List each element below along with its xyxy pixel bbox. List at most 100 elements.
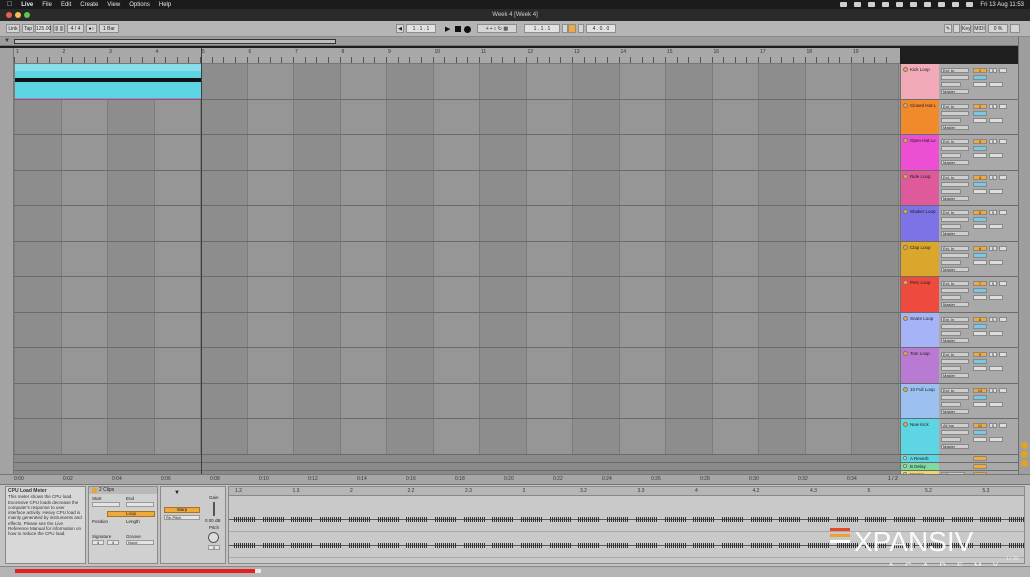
solo-button[interactable]: S xyxy=(989,210,997,215)
output-menu[interactable]: Master xyxy=(941,266,969,272)
signature-denominator[interactable]: 4 xyxy=(107,540,119,545)
input-channel-menu[interactable] xyxy=(941,146,969,151)
input-type-menu[interactable]: All Ins xyxy=(941,423,969,428)
arm-button[interactable] xyxy=(999,352,1007,357)
video-progress-handle[interactable] xyxy=(255,569,261,573)
warp-button[interactable]: Warp xyxy=(164,507,200,513)
output-menu[interactable]: Master xyxy=(941,124,969,130)
volume-icon[interactable] xyxy=(910,2,918,7)
input-channel-menu[interactable] xyxy=(941,252,969,258)
send-a[interactable] xyxy=(973,224,987,229)
gain-slider[interactable] xyxy=(213,502,215,516)
send-b[interactable] xyxy=(989,295,1003,300)
sample-view-icon[interactable]: ▼ xyxy=(174,490,180,496)
input-type-menu[interactable]: Ext. In xyxy=(941,316,969,322)
track-activator[interactable] xyxy=(903,351,908,356)
send-b[interactable] xyxy=(989,401,1003,407)
automation-buttons[interactable]: + ▪ ○ ↻ ▩ xyxy=(477,24,517,33)
solo-button[interactable]: S xyxy=(989,68,997,73)
input-channel-menu[interactable] xyxy=(941,288,969,293)
send-b[interactable] xyxy=(989,259,1003,265)
arm-button[interactable] xyxy=(999,210,1007,215)
loop-button[interactable]: Loop xyxy=(107,511,155,517)
key-map-button[interactable]: Key xyxy=(961,24,971,33)
return-track-header[interactable]: A Reverb xyxy=(901,454,1019,463)
computer-keyboard-icon[interactable] xyxy=(953,24,960,33)
search-icon[interactable] xyxy=(952,2,960,7)
clock[interactable]: Fri 13 Aug 11:53 xyxy=(980,2,1024,8)
groove-menu[interactable]: None xyxy=(126,540,154,545)
pan-field[interactable] xyxy=(973,217,987,222)
time-scroll-row[interactable]: 0:00 0:02 0:04 0:06 0:08 0:10 0:12 0:14 0:16 0:18… xyxy=(0,474,1030,484)
signature-numerator[interactable]: 4 xyxy=(92,540,104,545)
output-menu[interactable]: Master xyxy=(941,89,969,94)
send-a[interactable] xyxy=(973,295,987,300)
output-menu[interactable]: Master xyxy=(941,231,969,236)
track-lane[interactable] xyxy=(14,100,900,135)
overview-viewport[interactable] xyxy=(14,39,336,44)
arm-button[interactable] xyxy=(999,423,1007,428)
input-type-menu[interactable]: Ext. In xyxy=(941,174,969,180)
track-lane[interactable] xyxy=(14,313,900,348)
loop-start-field[interactable]: 1 . 1 . 1 xyxy=(524,24,560,33)
track-number[interactable]: 6 xyxy=(973,245,987,251)
track-number[interactable]: 9 xyxy=(973,352,987,357)
track-header[interactable]: Clap Loop Ext. In Master 6 S xyxy=(901,241,1019,277)
send-b[interactable] xyxy=(989,224,1003,229)
return-lane[interactable] xyxy=(14,462,900,471)
solo-button[interactable]: S xyxy=(989,316,997,322)
tap-tempo-button[interactable]: Tap xyxy=(22,24,34,33)
track-activator[interactable] xyxy=(903,67,908,72)
track-number[interactable]: 5 xyxy=(973,210,987,215)
pan-field[interactable] xyxy=(973,181,987,187)
send-a[interactable] xyxy=(973,153,987,158)
input-channel-menu[interactable] xyxy=(941,323,969,329)
arrangement-record-button[interactable]: ◀ xyxy=(396,24,404,33)
input-type-menu[interactable]: Ext. In xyxy=(941,352,969,357)
track-number[interactable]: 7 xyxy=(973,281,987,286)
stop-button[interactable] xyxy=(455,26,461,32)
output-menu[interactable]: Master xyxy=(941,373,969,378)
send-a[interactable] xyxy=(973,330,987,336)
track-number[interactable]: 8 xyxy=(973,316,987,322)
track-activator[interactable] xyxy=(903,455,907,460)
pan-field[interactable] xyxy=(973,323,987,329)
send-a[interactable] xyxy=(973,366,987,371)
pan-field[interactable] xyxy=(973,288,987,293)
track-activator[interactable] xyxy=(903,463,907,468)
input-type-menu[interactable]: Ext. In xyxy=(941,387,969,393)
arm-button[interactable] xyxy=(999,103,1007,109)
track-number[interactable]: 2 xyxy=(973,103,987,109)
track-volume[interactable] xyxy=(973,463,987,469)
arm-button[interactable] xyxy=(999,316,1007,322)
monitor-buttons[interactable] xyxy=(941,188,961,194)
track-header[interactable]: Snare Loop Ext. In Master 8 S xyxy=(901,312,1019,348)
output-menu[interactable]: Master xyxy=(941,408,969,414)
menu-file[interactable]: File xyxy=(42,2,52,8)
track-lane[interactable] xyxy=(14,206,900,242)
send-b[interactable] xyxy=(989,437,1003,442)
tempo-field[interactable]: 125.00 xyxy=(35,24,51,33)
screen-record-icon[interactable] xyxy=(840,2,848,7)
send-b[interactable] xyxy=(989,82,1003,87)
apple-icon[interactable]:  xyxy=(7,1,12,8)
input-channel-menu[interactable] xyxy=(941,110,969,116)
start-field[interactable] xyxy=(92,502,120,507)
arm-button[interactable] xyxy=(999,245,1007,251)
track-lane[interactable] xyxy=(14,277,900,313)
output-menu[interactable]: Master xyxy=(941,195,969,201)
arm-button[interactable] xyxy=(999,174,1007,180)
warp-mode-menu[interactable]: Re-Pitch xyxy=(164,515,200,520)
track-activator[interactable] xyxy=(903,315,908,321)
send-b[interactable] xyxy=(989,330,1003,336)
track-lane[interactable] xyxy=(14,348,900,384)
track-activator[interactable] xyxy=(903,280,908,285)
arm-button[interactable] xyxy=(999,281,1007,286)
track-header[interactable]: 10 Full Loop Ext. In Master 10 S xyxy=(901,383,1019,419)
input-type-menu[interactable]: Ext. In xyxy=(941,103,969,109)
input-channel-menu[interactable] xyxy=(941,359,969,364)
menu-view[interactable]: View xyxy=(107,2,120,8)
link-button[interactable]: Link xyxy=(6,24,20,33)
track-header[interactable]: Closed Hat L Ext. In Master 2 S xyxy=(901,99,1019,135)
output-menu[interactable]: Master xyxy=(941,444,969,449)
